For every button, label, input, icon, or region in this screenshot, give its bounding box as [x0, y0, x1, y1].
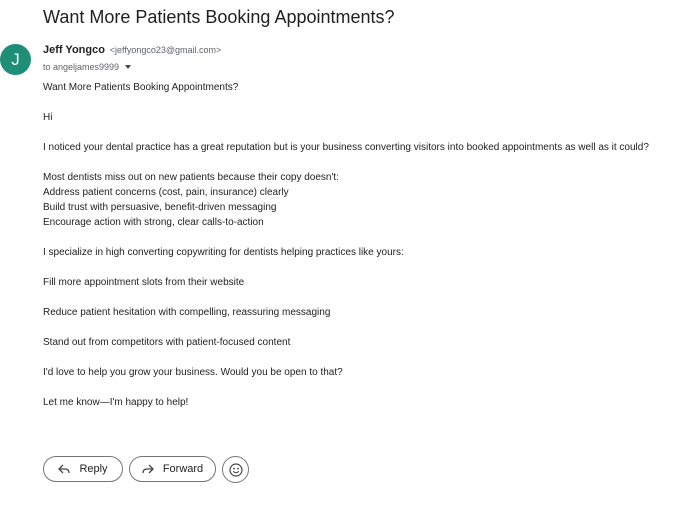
sender-line: Jeff Yongco <jeffyongco23@gmail.com>: [43, 44, 221, 56]
body-benefit-line: Stand out from competitors with patient-…: [43, 337, 291, 348]
email-view: Want More Patients Booking Appointments?…: [0, 0, 700, 505]
forward-button[interactable]: Forward: [129, 456, 216, 482]
smiley-face-icon: [228, 462, 243, 477]
body-offer-line: I specialize in high converting copywrit…: [43, 247, 404, 258]
body-problem-item: Encourage action with strong, clear call…: [43, 217, 264, 228]
forward-arrow-icon: [142, 464, 154, 474]
recipient-label: to angeljames9999: [43, 62, 120, 72]
sender-name[interactable]: Jeff Yongco: [43, 44, 105, 56]
body-signoff-line: Let me know—I'm happy to help!: [43, 397, 189, 408]
body-benefit-line: Fill more appointment slots from their w…: [43, 277, 245, 288]
body-intro-line: I noticed your dental practice has a gre…: [43, 142, 649, 153]
body-greeting-line: Hi: [43, 112, 53, 123]
email-subject: Want More Patients Booking Appointments?: [43, 7, 395, 27]
chevron-down-icon[interactable]: [125, 65, 132, 69]
sender-avatar[interactable]: J: [0, 44, 31, 75]
reply-label: Reply: [79, 463, 108, 475]
reply-button[interactable]: Reply: [43, 456, 123, 482]
body-heading-line: Want More Patients Booking Appointments?: [43, 82, 239, 93]
body-question-line: I'd love to help you grow your business.…: [43, 367, 343, 378]
body-benefit-line: Reduce patient hesitation with compellin…: [43, 307, 331, 318]
reply-arrow-icon: [58, 464, 71, 474]
body-problem-item: Build trust with persuasive, benefit-dri…: [43, 202, 277, 213]
emoji-reaction-button[interactable]: [222, 456, 249, 483]
sender-email: <jeffyongco23@gmail.com>: [109, 45, 222, 55]
recipient-details-toggle[interactable]: to angeljames9999: [43, 62, 132, 72]
forward-label: Forward: [162, 463, 204, 475]
body-problem-line: Most dentists miss out on new patients b…: [43, 172, 339, 183]
body-problem-item: Address patient concerns (cost, pain, in…: [43, 187, 289, 198]
avatar-initial: J: [11, 49, 20, 69]
